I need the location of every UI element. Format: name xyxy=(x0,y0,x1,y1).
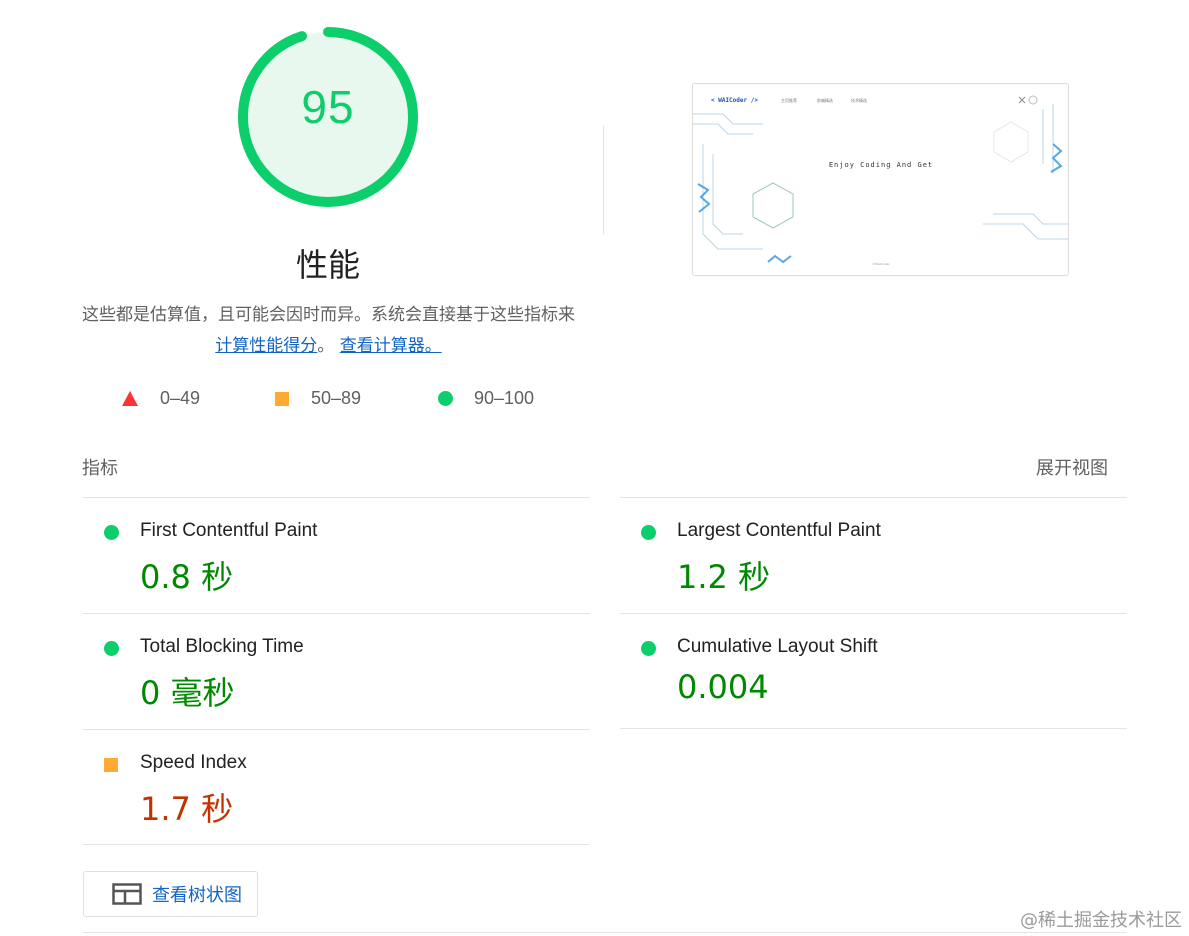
metric-value: 0.004 xyxy=(677,668,769,706)
circle-pass-icon xyxy=(438,391,453,406)
category-title: 性能 xyxy=(295,246,360,284)
metric-value: 1.7 秒 xyxy=(140,790,234,828)
pass-circle-icon xyxy=(104,641,119,656)
legend-fail-label: 0–49 xyxy=(160,388,201,408)
view-calculator-link[interactable]: 查看计算器。 xyxy=(340,336,442,356)
treemap-icon xyxy=(112,883,142,905)
legend-pass: 90–100 xyxy=(438,388,534,409)
performance-description: 这些都是估算值，且可能会因时而异。系统会直接基于这些指标来计算性能得分。 查看计… xyxy=(80,300,577,362)
screenshot-nav-1: 主页推荐 xyxy=(781,97,797,103)
triangle-fail-icon xyxy=(122,391,138,406)
metric-first-contentful-paint: First Contentful Paint 0.8 秒 xyxy=(83,498,590,614)
metric-value: 0 毫秒 xyxy=(140,674,235,712)
metric-largest-contentful-paint: Largest Contentful Paint 1.2 秒 xyxy=(620,498,1127,614)
tools-icon xyxy=(1018,96,1026,104)
description-separator: 。 xyxy=(317,336,335,356)
screenshot-footer: ©WAICoder xyxy=(872,262,890,266)
expand-view-toggle[interactable]: 展开视图 xyxy=(1020,454,1108,480)
square-average-icon xyxy=(275,391,289,406)
final-screenshot[interactable]: < WAICoder /> 主页推荐 前端精选 技术精选 Enjoy Codin… xyxy=(692,83,1069,276)
performance-score: 95 xyxy=(301,81,355,133)
metric-title: Total Blocking Time xyxy=(140,636,304,657)
avatar-icon xyxy=(1028,95,1038,105)
average-square-icon xyxy=(104,758,118,772)
view-treemap-button[interactable]: 查看树状图 xyxy=(83,871,258,917)
pass-circle-icon xyxy=(641,525,656,540)
pass-circle-icon xyxy=(104,525,119,540)
metric-title: Largest Contentful Paint xyxy=(677,520,881,541)
legend-average: 50–89 xyxy=(275,388,361,409)
legend-average-label: 50–89 xyxy=(311,388,362,408)
screenshot-nav-3: 技术精选 xyxy=(851,97,867,103)
screenshot-nav-2: 前端精选 xyxy=(817,97,833,103)
screenshot-headline: Enjoy Coding And Get xyxy=(829,161,933,169)
watermark: @稀土掘金技术社区 xyxy=(1020,910,1182,931)
pass-circle-icon xyxy=(641,641,656,656)
legend-fail: 0–49 xyxy=(122,388,200,409)
divider xyxy=(83,844,590,845)
metrics-label: 指标 xyxy=(82,458,118,479)
metric-speed-index: Speed Index 1.7 秒 xyxy=(83,730,590,846)
screenshot-brand: < WAICoder /> xyxy=(711,97,758,104)
divider xyxy=(620,728,1127,729)
vertical-divider xyxy=(603,126,604,234)
screenshot-canvas: < WAICoder /> 主页推荐 前端精选 技术精选 Enjoy Codin… xyxy=(693,95,1068,266)
divider xyxy=(83,932,1127,933)
view-treemap-label: 查看树状图 xyxy=(152,885,242,906)
metric-cumulative-layout-shift: Cumulative Layout Shift 0.004 xyxy=(620,614,1127,730)
metric-title: Cumulative Layout Shift xyxy=(677,636,878,657)
metric-value: 0.8 秒 xyxy=(140,558,234,596)
legend-pass-label: 90–100 xyxy=(474,388,535,408)
metric-total-blocking-time: Total Blocking Time 0 毫秒 xyxy=(83,614,590,730)
metric-value: 1.2 秒 xyxy=(677,558,771,596)
calc-score-link[interactable]: 计算性能得分 xyxy=(215,336,317,356)
metric-title: First Contentful Paint xyxy=(140,520,318,541)
metric-title: Speed Index xyxy=(140,752,247,773)
description-text: 这些都是估算值，且可能会因时而异。系统会直接基于这些指标来 xyxy=(82,305,575,325)
